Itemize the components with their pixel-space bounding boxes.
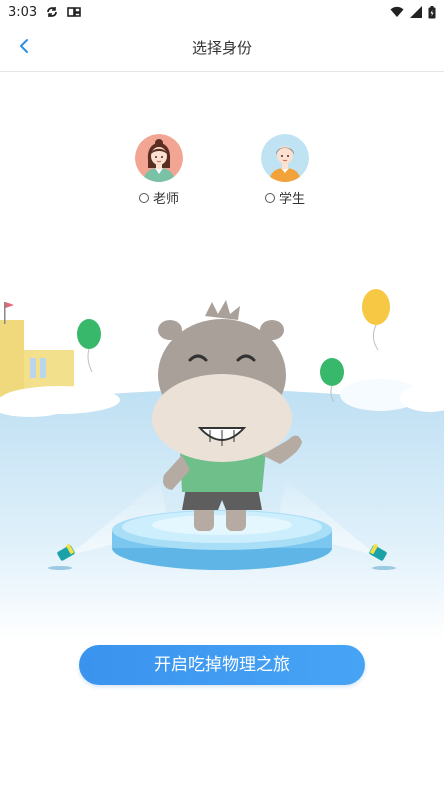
teacher-radio[interactable]	[138, 192, 149, 203]
app-notification-icon	[67, 5, 82, 19]
status-right	[390, 5, 436, 19]
teacher-label: 老师	[152, 192, 179, 207]
balloon-green-left	[77, 319, 101, 373]
nav-bar: 选择身份	[0, 24, 444, 72]
teacher-label-row: 老师	[138, 188, 179, 207]
status-time: 3:03	[8, 4, 38, 20]
balloon-yellow	[362, 289, 390, 351]
status-left: 3:03	[8, 4, 82, 20]
role-option-student[interactable]: 学生	[245, 134, 325, 207]
stage-platform	[112, 510, 332, 570]
hippo-stage-illustration	[0, 280, 444, 640]
student-label-row: 学生	[264, 188, 305, 207]
clouds-right	[340, 363, 444, 412]
student-radio[interactable]	[264, 192, 275, 203]
student-avatar	[261, 134, 309, 182]
wifi-icon	[390, 6, 404, 18]
teacher-avatar	[135, 134, 183, 182]
status-bar: 3:03	[0, 0, 444, 24]
sync-icon	[45, 5, 59, 19]
castle-left	[0, 302, 120, 417]
page-title: 选择身份	[191, 39, 252, 57]
role-option-teacher[interactable]: 老师	[119, 134, 199, 207]
start-journey-button[interactable]: 开启吃掉物理之旅	[79, 645, 365, 685]
student-label: 学生	[278, 192, 305, 207]
signal-icon	[410, 6, 422, 18]
battery-icon	[428, 5, 436, 19]
